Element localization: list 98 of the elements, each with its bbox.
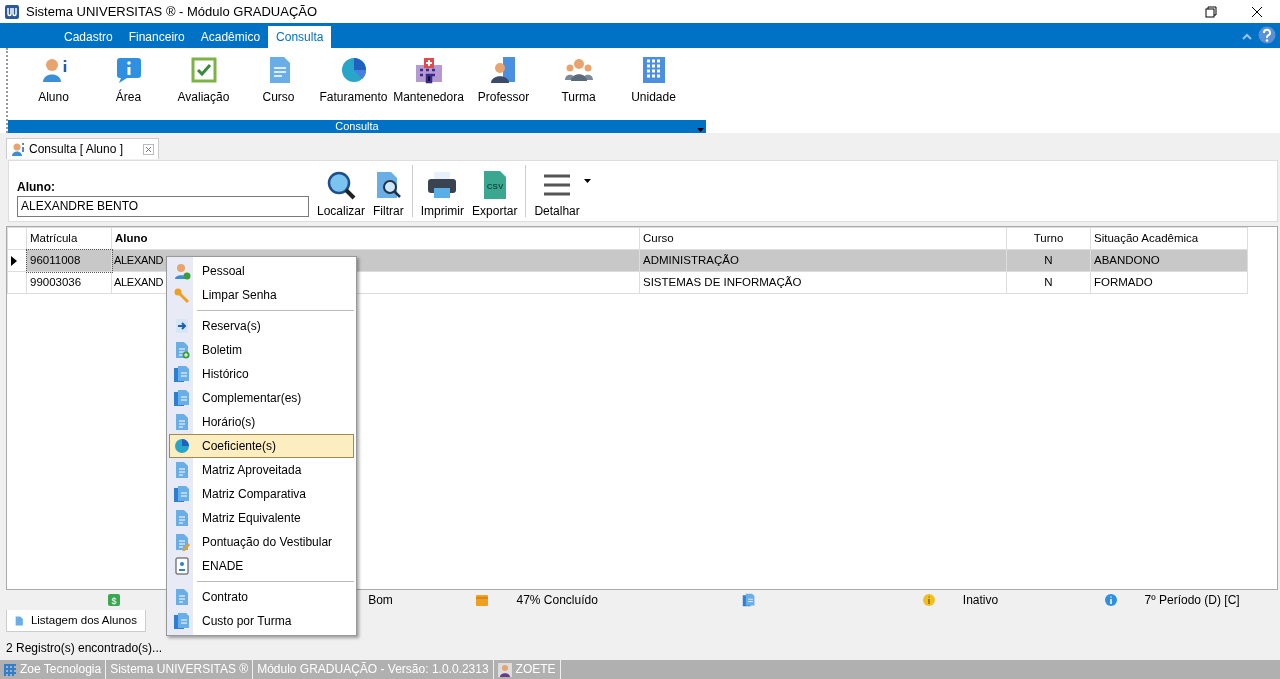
table-cell: 96011008	[26, 249, 112, 272]
tab-close-button[interactable]	[143, 143, 155, 155]
ribbon-tab[interactable]: Acadêmico	[192, 26, 269, 48]
checkbox-icon	[189, 56, 218, 84]
menu-item[interactable]: Horário(s)	[169, 410, 354, 434]
document-icon	[15, 613, 23, 628]
legend-label: Inativo	[962, 592, 999, 609]
menu-item[interactable]: Complementar(es)	[169, 386, 354, 410]
menu-item[interactable]: Histórico	[169, 362, 354, 386]
documents-icon	[173, 389, 191, 407]
document-icon	[173, 509, 191, 527]
ribbon-button[interactable]: Faturamento	[316, 48, 391, 106]
menu-item[interactable]: Matriz Aproveitada	[169, 458, 354, 482]
hospital-icon	[414, 56, 443, 84]
toolbar-button[interactable]: Localizar	[313, 170, 370, 220]
toolbar-button[interactable]: Imprimir	[416, 170, 469, 220]
printer-icon	[427, 170, 458, 200]
menu-item[interactable]: Custo por Turma	[169, 609, 354, 633]
professor-building-icon	[489, 56, 518, 84]
close-icon	[1251, 5, 1263, 18]
person-icon	[11, 142, 25, 156]
window-title: Sistema UNIVERSITAS ® - Módulo GRADUAÇÃO	[26, 2, 318, 21]
column-header[interactable]: Turno	[1006, 227, 1091, 250]
restore-icon	[1205, 5, 1217, 18]
ribbon-button[interactable]: Curso	[241, 48, 316, 106]
column-header[interactable]: Situação Acadêmica	[1090, 227, 1248, 250]
document-icon	[173, 413, 191, 431]
menu-item[interactable]: Matriz Comparativa	[169, 482, 354, 506]
document-plus-icon	[173, 341, 191, 359]
id-card-icon	[173, 557, 191, 575]
ribbon-button[interactable]: Mantenedora	[391, 48, 466, 106]
status-text: ZOETE	[515, 661, 556, 678]
table-cell: ABANDONO	[1090, 249, 1248, 272]
close-icon	[143, 143, 155, 155]
arrow-document-icon	[173, 317, 191, 335]
record-count: 2 Registro(s) encontrado(s)...	[5, 640, 164, 657]
legend-label: 7º Período (D) [C]	[1144, 592, 1240, 609]
collapse-chevron-icon	[1242, 32, 1252, 40]
table-cell: FORMADO	[1090, 271, 1248, 294]
status-text: Módulo GRADUAÇÃO - Versão: 1.0.0.2313	[257, 661, 489, 678]
info-bubble-icon	[114, 56, 143, 84]
column-header[interactable]: Aluno	[111, 227, 640, 250]
ribbon-button[interactable]: Aluno	[16, 48, 91, 106]
box-icon	[476, 594, 489, 606]
legend-label: Bom	[368, 592, 393, 609]
status-text: Sistema UNIVERSITAS ®	[110, 661, 249, 678]
legend-label: 47% Concluído	[516, 592, 598, 609]
menu-item[interactable]: Pontuação do Vestibular	[169, 530, 354, 554]
pie-chart-icon	[173, 437, 191, 455]
status-text: Zoe Tecnologia	[20, 661, 102, 678]
ribbon-button[interactable]: Professor	[466, 48, 541, 106]
ribbon-button[interactable]: Turma	[541, 48, 616, 106]
menu-item[interactable]: Coeficiente(s)	[169, 434, 354, 458]
ribbon-group-caption: Consulta	[8, 120, 706, 133]
key-icon	[173, 286, 191, 304]
documents-icon	[173, 365, 191, 383]
menu-item[interactable]: Boletim	[169, 338, 354, 362]
dollar-icon: $	[107, 594, 120, 606]
ribbon-button[interactable]: Avaliação	[166, 48, 241, 106]
toolbar-button[interactable]: Detalhar	[530, 170, 584, 220]
menu-item[interactable]: Matriz Equivalente	[169, 506, 354, 530]
table-cell: N	[1006, 271, 1091, 294]
document-pencil-icon	[173, 533, 191, 551]
documents-icon	[741, 593, 756, 607]
documents-icon	[173, 485, 191, 503]
search-label: Aluno:	[17, 178, 56, 196]
document-icon	[173, 461, 191, 479]
caret-icon	[583, 179, 591, 183]
document-tab[interactable]: Consulta [ Aluno ]	[6, 138, 160, 159]
person-icon	[173, 262, 191, 280]
document-icon	[173, 588, 191, 606]
user-icon	[497, 662, 512, 677]
documents-icon	[173, 612, 191, 630]
toolbar-button[interactable]: CSV Exportar	[468, 170, 522, 220]
info-icon	[1104, 594, 1117, 606]
dropdown-arrow-icon	[697, 128, 704, 132]
table-cell: ADMINISTRAÇÃO	[639, 249, 1007, 272]
ribbon-button[interactable]: Área	[91, 48, 166, 106]
table-cell: SISTEMAS DE INFORMAÇÃO	[639, 271, 1007, 294]
bottom-tab[interactable]: Listagem dos Alunos	[6, 610, 146, 632]
grid-icon	[4, 663, 16, 676]
info-icon	[922, 594, 935, 606]
app-logo-icon	[4, 3, 20, 20]
menu-item[interactable]: Reserva(s)	[169, 314, 354, 338]
table-cell: 99003036	[26, 271, 112, 294]
menu-item[interactable]: ENADE	[169, 554, 354, 578]
ribbon-button[interactable]: Unidade	[616, 48, 691, 106]
help-icon[interactable]	[1258, 26, 1276, 44]
search-field[interactable]: ALEXANDRE BENTO	[17, 195, 309, 217]
menu-item[interactable]: Contrato	[169, 585, 354, 609]
column-header[interactable]: Curso	[639, 227, 1007, 250]
ribbon-tab[interactable]: Financeiro	[120, 26, 193, 48]
ribbon-tab[interactable]: Consulta	[268, 26, 332, 48]
toolbar-button[interactable]: Filtrar	[369, 170, 408, 220]
pie-chart-icon	[339, 56, 368, 84]
group-icon	[564, 56, 593, 84]
search-icon	[326, 170, 356, 200]
ribbon-tab[interactable]: Cadastro	[56, 26, 121, 48]
